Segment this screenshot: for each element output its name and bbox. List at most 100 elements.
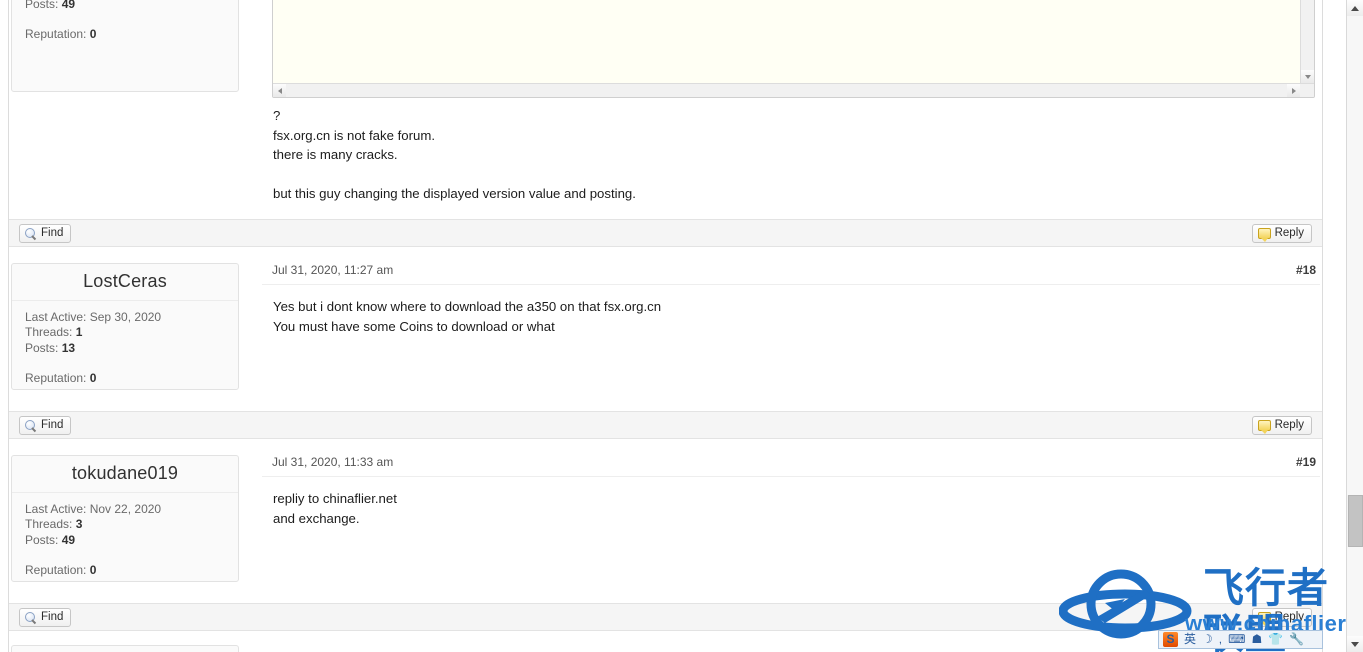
post-text: Yes but i dont know where to download th…	[262, 285, 1320, 336]
reputation-label: Reputation:	[25, 27, 87, 42]
last-active: Last Active: Sep 30, 2020	[25, 310, 162, 324]
posts-value: 49	[61, 0, 76, 11]
post-footer-19: Find Reply	[9, 603, 1322, 631]
post-number[interactable]: #19	[1296, 455, 1316, 469]
scroll-track-lower[interactable]	[1347, 547, 1363, 636]
post-line: and exchange.	[273, 510, 360, 526]
post-header: Jul 31, 2020, 11:27 am #18	[262, 263, 1320, 285]
quote-vertical-scrollbar[interactable]	[1300, 0, 1314, 83]
caret-down-icon[interactable]	[1347, 636, 1363, 652]
caret-up-icon[interactable]	[1347, 0, 1363, 16]
caret-left-icon[interactable]	[273, 84, 286, 97]
author-name[interactable]: tokudane019	[12, 456, 238, 493]
post-line: ?	[273, 108, 281, 123]
posts-stat: Posts: 13	[25, 341, 238, 356]
find-button[interactable]: Find	[19, 416, 72, 435]
person-icon[interactable]: ☗	[1251, 631, 1262, 648]
reputation-value: 0	[89, 563, 97, 578]
threads-value: 1	[75, 325, 83, 340]
post-line: Yes but i dont know where to download th…	[273, 299, 662, 314]
posts-value: 49	[61, 532, 76, 547]
comment-icon	[1257, 228, 1271, 242]
reply-button[interactable]: Reply	[1251, 224, 1312, 243]
reply-button[interactable]: Reply	[1251, 416, 1312, 435]
quote-text: yes its fake i think i try to download i…	[273, 0, 1314, 16]
ime-toolbar[interactable]: S 英 ☽ , ⌨ ☗ 👕 🔧	[1158, 630, 1323, 649]
search-icon	[25, 419, 37, 432]
find-button[interactable]: Find	[19, 608, 72, 627]
comma-icon[interactable]: ,	[1219, 631, 1222, 648]
threads-stat: Threads: 1	[25, 325, 238, 340]
reply-button[interactable]: Reply	[1251, 608, 1312, 627]
search-icon	[25, 611, 37, 624]
find-label: Find	[41, 611, 64, 623]
reputation-stat: Reputation: 0	[25, 371, 238, 386]
page-scrollbar[interactable]	[1346, 0, 1363, 652]
post-author-panel: tokudane019 Last Active: Nov 22, 2020 Th…	[11, 455, 239, 582]
keyboard-icon[interactable]: ⌨	[1228, 631, 1245, 648]
posts-stat: Posts: 49	[25, 533, 238, 548]
reply-label: Reply	[1274, 227, 1304, 239]
post-line: You must have some Coins to download or …	[273, 318, 555, 334]
scroll-thumb[interactable]	[1348, 495, 1363, 547]
quote-horizontal-scrollbar[interactable]	[273, 83, 1314, 97]
comment-icon	[1257, 420, 1271, 434]
frame-left-border	[8, 0, 9, 652]
reputation-stat: Reputation: 0	[25, 27, 238, 42]
wrench-icon[interactable]: 🔧	[1289, 631, 1304, 648]
caret-down-icon[interactable]	[1301, 70, 1314, 83]
reply-label: Reply	[1274, 419, 1304, 431]
post-header: Jul 31, 2020, 11:33 am #19	[262, 455, 1320, 477]
threads-value: 3	[75, 517, 83, 532]
find-button[interactable]: Find	[19, 224, 72, 243]
posts-label: Posts:	[25, 532, 59, 547]
frame-right-border	[1322, 0, 1323, 652]
post-line: there is many cracks.	[273, 147, 398, 162]
post-line: repliy to chinaflier.net	[273, 491, 397, 506]
find-label: Find	[41, 419, 64, 431]
post-date: Jul 31, 2020, 11:27 am	[272, 263, 394, 277]
forum-thread-page: Last Active: Nov 22, 2020 Threads: 3 Pos…	[0, 0, 1363, 652]
posts-stat: Posts: 49	[25, 0, 238, 12]
post-author-panel	[11, 645, 239, 652]
threads-label: Threads:	[25, 325, 73, 340]
post-text: ? fsx.org.cn is not fake forum. there is…	[262, 98, 1320, 204]
post-footer-18: Find Reply	[9, 411, 1322, 439]
post-footer-17: Find Reply	[9, 219, 1322, 247]
find-label: Find	[41, 227, 64, 239]
stats-spacer	[25, 548, 238, 563]
post-body: LostCeras Wrote:➡ (Jul 31, 2020, 10:40 a…	[262, 0, 1320, 204]
post-date: Jul 31, 2020, 11:33 am	[272, 455, 394, 469]
post-author-panel: LostCeras Last Active: Sep 30, 2020 Thre…	[11, 263, 239, 390]
posts-label: Posts:	[25, 340, 59, 355]
post-text: repliy to chinaflier.net and exchange.	[262, 477, 1320, 528]
scroll-track-upper[interactable]	[1347, 16, 1363, 495]
threads-label: Threads:	[25, 517, 73, 532]
ime-mode-label[interactable]: 英	[1184, 631, 1196, 648]
search-icon	[25, 227, 37, 240]
thread-content: Last Active: Nov 22, 2020 Threads: 3 Pos…	[0, 0, 1346, 652]
moon-icon[interactable]: ☽	[1202, 631, 1213, 648]
post-line: but this guy changing the displayed vers…	[273, 186, 636, 201]
reputation-stat: Reputation: 0	[25, 563, 238, 578]
post-number[interactable]: #18	[1296, 263, 1316, 277]
reply-label: Reply	[1274, 611, 1304, 623]
post-line: fsx.org.cn is not fake forum.	[273, 127, 435, 143]
sogou-logo-icon[interactable]: S	[1163, 632, 1178, 647]
reputation-value: 0	[89, 27, 97, 42]
post-line-blank	[273, 165, 1310, 185]
quote-box: LostCeras Wrote:➡ (Jul 31, 2020, 10:40 a…	[272, 0, 1315, 98]
post-author-panel: Last Active: Nov 22, 2020 Threads: 3 Pos…	[11, 0, 239, 92]
author-stats: Last Active: Nov 22, 2020 Threads: 3 Pos…	[12, 493, 238, 591]
skin-icon[interactable]: 👕	[1268, 631, 1283, 648]
stats-spacer	[25, 12, 238, 27]
threads-stat: Threads: 3	[25, 517, 238, 532]
caret-right-icon[interactable]	[1287, 84, 1300, 97]
posts-label: Posts:	[25, 0, 59, 11]
comment-icon	[1257, 612, 1271, 626]
author-stats: Last Active: Nov 22, 2020 Threads: 3 Pos…	[12, 0, 238, 55]
author-stats: Last Active: Sep 30, 2020 Threads: 1 Pos…	[12, 301, 238, 399]
reputation-label: Reputation:	[25, 371, 87, 386]
post-body: Jul 31, 2020, 11:33 am #19 repliy to chi…	[262, 455, 1320, 528]
author-name[interactable]: LostCeras	[12, 264, 238, 301]
